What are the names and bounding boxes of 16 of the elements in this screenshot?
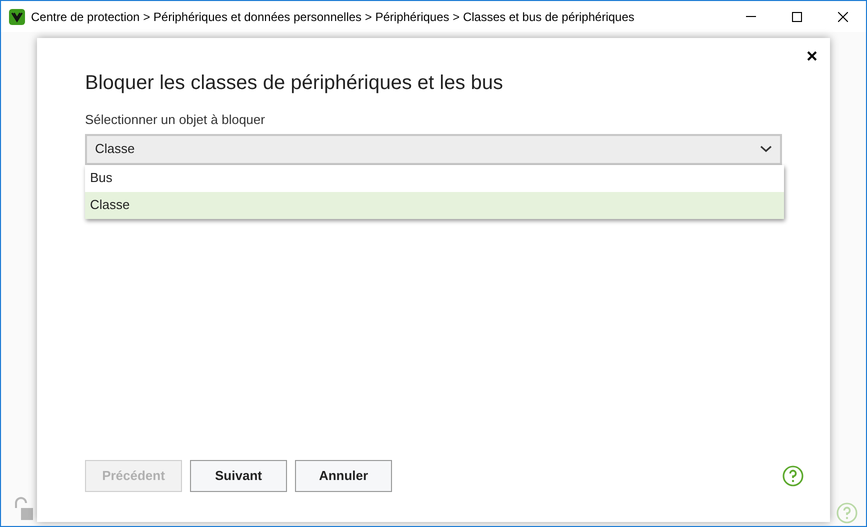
window-title: Centre de protection > Périphériques et données personnelles > Périphériques > Classes et bus de périphériques: [31, 8, 634, 26]
object-dropdown[interactable]: Classe: [85, 134, 782, 164]
close-icon: [807, 51, 817, 61]
dialog-title: Bloquer les classes de périphériques et les bus: [85, 71, 504, 96]
logo-icon: [9, 8, 25, 24]
dialog-button[interactable]: Annuler: [295, 460, 392, 492]
help-icon[interactable]: [782, 465, 804, 487]
chevron-icon: [760, 145, 772, 153]
dialog-button[interactable]: Suivant: [190, 460, 287, 492]
close-icon: [838, 12, 848, 22]
maximize-icon: [792, 12, 802, 22]
minimize-icon: [746, 16, 756, 17]
field-label: Sélectionner un objet à bloquer: [85, 111, 266, 129]
dropdown-option[interactable]: Classe: [85, 192, 784, 218]
dropdown-option[interactable]: Bus: [85, 164, 784, 192]
lock-icon: [13, 496, 35, 522]
